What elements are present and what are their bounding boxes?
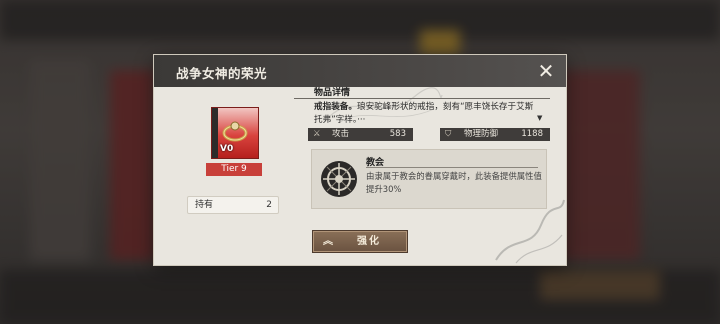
item-description[interactable]: 戒指装备。琅安驼峰形状的戒指，刻有“愿丰饶长存于艾斯托弗”字样。··· <box>314 101 540 127</box>
triangle-down-icon[interactable]: ▼ <box>537 114 542 122</box>
stat-value: 583 <box>389 129 406 139</box>
owned-count-row: 持有 2 <box>187 196 279 214</box>
set-bonus-description: 由隶属于教会的眷属穿戴时，此装备提供属性值提升30% <box>366 171 542 194</box>
dialog-title: 战争女神的荣光 <box>176 66 268 81</box>
stat-physical-defense: ⛉ 物理防御 1188 <box>440 128 550 141</box>
close-icon: ✕ <box>537 59 555 83</box>
item-detail-dialog: 战争女神的荣光 ✕ V0 Tier 9 持有 2 物品详情 戒指装备。琅安驼峰形… <box>154 55 566 265</box>
owned-label: 持有 <box>195 200 214 210</box>
ink-splash-decoration <box>495 199 565 264</box>
details-divider <box>294 98 550 99</box>
item-card[interactable]: V0 <box>211 107 259 159</box>
details-section-label: 物品详情 <box>314 88 351 98</box>
church-emblem-icon <box>321 161 357 197</box>
stat-name: 物理防御 <box>464 129 499 139</box>
item-level: V0 <box>220 144 234 154</box>
stat-attack: ⚔ 攻击 583 <box>308 128 413 141</box>
stat-name: 攻击 <box>332 129 350 139</box>
item-type: 戒指装备。 <box>314 102 357 112</box>
enhance-button[interactable]: ︽ 强化 <box>312 230 408 253</box>
ring-icon <box>222 121 248 142</box>
set-bonus-divider <box>366 167 538 168</box>
sword-icon: ⚔ <box>313 129 321 139</box>
double-chevron-up-icon: ︽ <box>323 236 333 247</box>
owned-count: 2 <box>266 200 272 210</box>
stat-value: 1188 <box>521 129 543 139</box>
close-button[interactable]: ✕ <box>534 59 558 83</box>
dialog-title-bar: 战争女神的荣光 ✕ <box>154 55 566 87</box>
enhance-label: 强化 <box>357 236 381 247</box>
tier-badge: Tier 9 <box>206 163 262 176</box>
shield-icon: ⛉ <box>445 129 452 139</box>
